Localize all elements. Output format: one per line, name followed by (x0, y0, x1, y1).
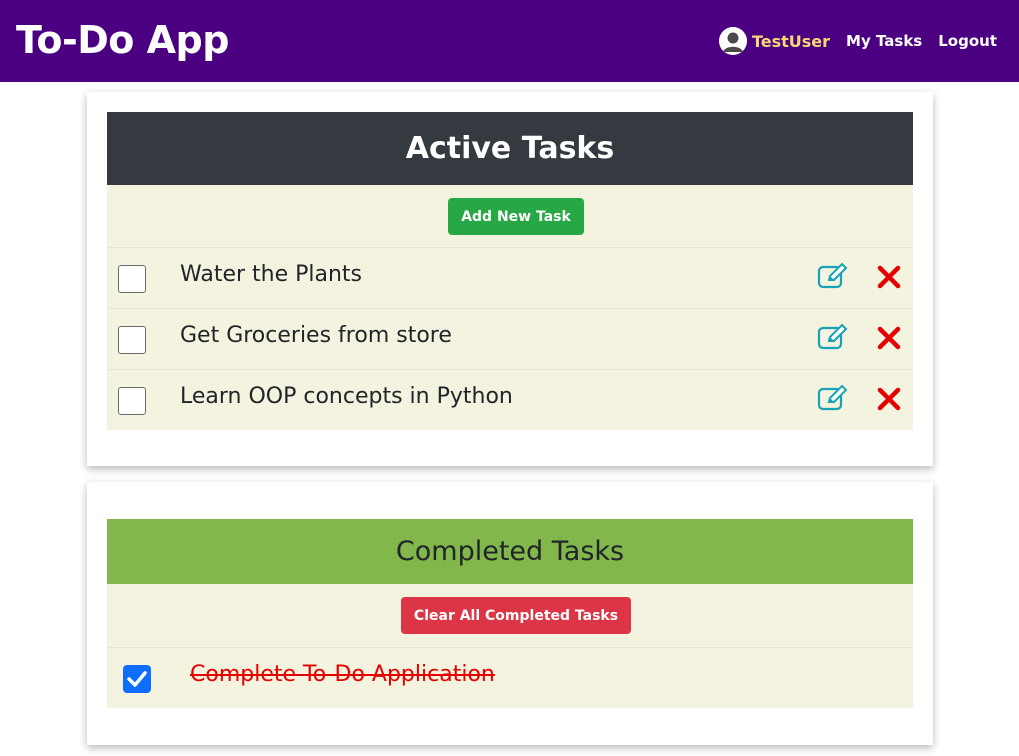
active-tasks-card: Active Tasks Add New Task Water the Plan… (87, 92, 933, 466)
app-brand[interactable]: To-Do App (16, 18, 229, 62)
edit-icon[interactable] (817, 262, 849, 290)
task-text: Learn OOP concepts in Python (180, 384, 513, 409)
add-new-task-button[interactable]: Add New Task (448, 198, 584, 235)
task-row: Learn OOP concepts in Python (107, 370, 913, 430)
delete-x-icon[interactable] (877, 387, 901, 411)
edit-icon[interactable] (817, 323, 849, 351)
completed-tasks-panel: Completed Tasks Clear All Completed Task… (107, 519, 913, 708)
completed-task-row: Complete To-Do Application (107, 648, 913, 708)
nav-my-tasks[interactable]: My Tasks (846, 32, 922, 50)
add-task-row: Add New Task (107, 185, 913, 248)
active-tasks-title: Active Tasks (107, 112, 913, 185)
user-circle-icon (718, 27, 747, 55)
clear-completed-button[interactable]: Clear All Completed Tasks (400, 597, 632, 634)
active-tasks-panel: Active Tasks Add New Task Water the Plan… (107, 112, 913, 430)
clear-tasks-row: Clear All Completed Tasks (107, 584, 913, 648)
task-text: Get Groceries from store (180, 323, 452, 348)
edit-icon[interactable] (817, 384, 849, 412)
navbar: To-Do App TestUser My Tasks Logout (0, 0, 1019, 82)
task-checkbox[interactable] (118, 387, 146, 415)
task-checkbox-checked[interactable] (123, 665, 151, 693)
completed-tasks-card: Completed Tasks Clear All Completed Task… (87, 482, 933, 745)
task-row: Get Groceries from store (107, 309, 913, 370)
task-checkbox[interactable] (118, 265, 146, 293)
check-icon (127, 671, 147, 687)
completed-task-text: Complete To-Do Application (190, 662, 495, 687)
task-row: Water the Plants (107, 248, 913, 309)
delete-x-icon[interactable] (877, 265, 901, 289)
delete-x-icon[interactable] (877, 326, 901, 350)
task-text: Water the Plants (180, 262, 363, 287)
completed-tasks-title: Completed Tasks (107, 519, 913, 584)
nav-logout[interactable]: Logout (938, 32, 997, 50)
task-checkbox[interactable] (118, 326, 146, 354)
nav-username[interactable]: TestUser (752, 32, 830, 51)
nav-right: TestUser My Tasks Logout (718, 26, 997, 56)
